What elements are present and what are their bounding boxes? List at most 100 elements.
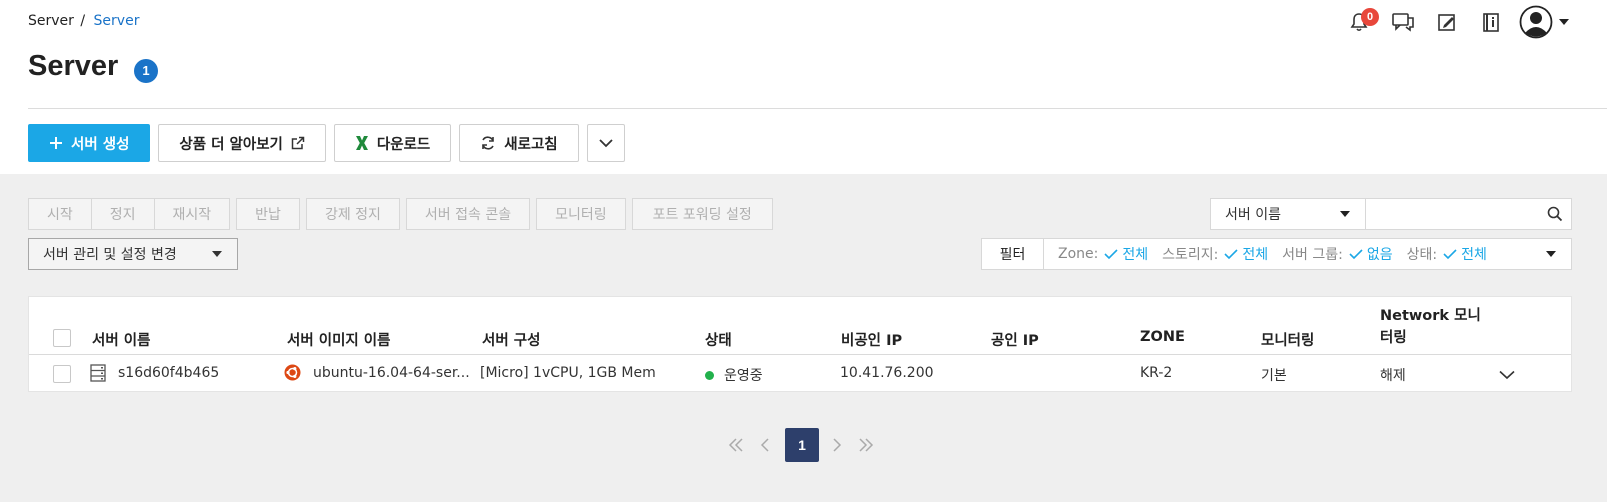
- monitoring-button[interactable]: 모니터링: [536, 198, 626, 230]
- chevron-left-icon: [760, 438, 769, 452]
- column-header-monitoring[interactable]: 모니터링: [1261, 329, 1314, 350]
- server-count-badge: 1: [134, 59, 158, 83]
- refresh-label: 새로고침: [504, 136, 558, 153]
- download-button[interactable]: 다운로드: [333, 124, 452, 162]
- plus-icon: [49, 136, 63, 150]
- breadcrumb-current[interactable]: Server: [94, 13, 140, 29]
- filter-storage-key: 스토리지:: [1162, 247, 1219, 263]
- edit-note-button[interactable]: [1425, 4, 1469, 40]
- refresh-button[interactable]: 새로고침: [459, 124, 579, 162]
- ubuntu-icon: [284, 364, 301, 385]
- row-status: 운영중: [705, 365, 763, 385]
- header-icons: 0: [1337, 4, 1571, 40]
- chat-button[interactable]: [1381, 4, 1425, 40]
- server-control-buttons: 시작 정지 재시작 반납 강제 정지 서버 접속 콘솔 모니터링 포트 포워딩 …: [28, 198, 779, 230]
- expand-row-button[interactable]: [1499, 368, 1515, 384]
- double-chevron-right-icon: [859, 438, 874, 452]
- filter-storage[interactable]: 스토리지: 전체: [1162, 244, 1268, 264]
- chevron-right-icon: [833, 438, 842, 452]
- search-button[interactable]: [1547, 206, 1563, 226]
- notification-badge: 0: [1361, 8, 1379, 26]
- caret-down-icon: [1340, 211, 1350, 217]
- search-field-select[interactable]: 서버 이름: [1210, 198, 1366, 230]
- excel-icon: [355, 135, 369, 151]
- row-zone: KR-2: [1140, 365, 1173, 381]
- filter-server-group-value: 없음: [1366, 247, 1393, 263]
- row-image-name: ubuntu-16.04-64-ser...: [313, 365, 470, 381]
- filter-status-key: 상태:: [1406, 247, 1438, 263]
- last-page-button[interactable]: [849, 428, 883, 462]
- page-header: Server / Server Server 1 0 서버 생성 상품 더 알아…: [0, 0, 1607, 174]
- column-header-network-monitoring[interactable]: Network 모니터링: [1380, 305, 1490, 349]
- filter-zone[interactable]: Zone: 전체: [1058, 244, 1148, 264]
- column-header-public-ip[interactable]: 공인 IP: [991, 329, 1039, 350]
- force-stop-button[interactable]: 강제 정지: [305, 198, 400, 230]
- filter-zone-key: Zone:: [1058, 246, 1099, 262]
- learn-more-label: 상품 더 알아보기: [179, 136, 283, 153]
- column-header-image[interactable]: 서버 이미지 이름: [287, 329, 390, 350]
- row-spec: [Micro] 1vCPU, 1GB Mem: [480, 365, 656, 381]
- notification-button[interactable]: 0: [1337, 4, 1381, 40]
- more-actions-button[interactable]: [586, 124, 625, 162]
- search-icon: [1547, 206, 1563, 222]
- double-chevron-left-icon: [728, 438, 743, 452]
- column-header-spec[interactable]: 서버 구성: [482, 329, 540, 350]
- filter-server-group[interactable]: 서버 그룹: 없음: [1282, 244, 1392, 264]
- edit-note-icon: [1438, 14, 1455, 31]
- info-book-icon: [1483, 13, 1499, 32]
- breadcrumb: Server / Server: [28, 13, 139, 29]
- refresh-icon: [480, 135, 496, 151]
- page-button-current[interactable]: 1: [785, 428, 819, 462]
- create-server-label: 서버 생성: [71, 136, 130, 153]
- select-all-checkbox[interactable]: [53, 329, 71, 347]
- manage-settings-dropdown[interactable]: 서버 관리 및 설정 변경: [28, 238, 238, 270]
- chevron-down-icon: [1499, 370, 1515, 380]
- table-row[interactable]: s16d60f4b465 ubuntu-16.04-64-ser... [Mic…: [29, 355, 1571, 392]
- breadcrumb-root[interactable]: Server: [28, 13, 74, 29]
- download-label: 다운로드: [376, 136, 431, 153]
- column-header-status[interactable]: 상태: [705, 329, 732, 350]
- prev-page-button[interactable]: [748, 428, 782, 462]
- row-private-ip: 10.41.76.200: [840, 365, 934, 381]
- check-icon: [1443, 249, 1457, 260]
- caret-down-icon[interactable]: [1545, 250, 1557, 258]
- status-running-dot: [705, 370, 714, 380]
- row-server-name[interactable]: s16d60f4b465: [118, 365, 219, 381]
- search-input[interactable]: [1366, 199, 1536, 229]
- filter-storage-value: 전체: [1242, 247, 1269, 263]
- table-header: 서버 이름 서버 이미지 이름 서버 구성 상태 비공인 IP 공인 IP ZO…: [29, 297, 1571, 355]
- console-button[interactable]: 서버 접속 콘솔: [405, 198, 531, 230]
- breadcrumb-separator: /: [80, 13, 86, 29]
- row-status-label: 운영중: [724, 368, 763, 384]
- header-divider: [28, 108, 1607, 109]
- info-button[interactable]: [1469, 4, 1513, 40]
- learn-more-button[interactable]: 상품 더 알아보기: [158, 124, 326, 162]
- server-table: 서버 이름 서버 이미지 이름 서버 구성 상태 비공인 IP 공인 IP ZO…: [28, 296, 1572, 392]
- column-header-private-ip[interactable]: 비공인 IP: [841, 329, 902, 350]
- start-button[interactable]: 시작: [28, 198, 91, 230]
- column-header-name[interactable]: 서버 이름: [92, 329, 150, 350]
- caret-down-icon: [1559, 19, 1569, 25]
- check-icon: [1224, 249, 1238, 260]
- row-checkbox[interactable]: [53, 365, 71, 383]
- restart-button[interactable]: 재시작: [153, 198, 231, 230]
- column-header-zone[interactable]: ZONE: [1140, 329, 1185, 345]
- return-button[interactable]: 반납: [236, 198, 300, 230]
- filter-bar[interactable]: 필터 Zone: 전체 스토리지: 전체 서버 그룹: 없음 상태: 전체: [981, 238, 1572, 270]
- page-title: Server: [28, 50, 119, 82]
- check-icon: [1104, 249, 1118, 260]
- filter-status[interactable]: 상태: 전체: [1407, 244, 1487, 264]
- server-icon: [90, 364, 106, 386]
- stop-button[interactable]: 정지: [90, 198, 154, 230]
- search-box: [1366, 198, 1572, 230]
- chevron-down-icon: [599, 139, 613, 148]
- filter-label: 필터: [982, 239, 1044, 269]
- user-menu[interactable]: [1519, 5, 1571, 39]
- manage-settings-label: 서버 관리 및 설정 변경: [43, 247, 177, 263]
- caret-down-icon: [212, 251, 222, 257]
- avatar: [1519, 5, 1553, 39]
- chat-icon: [1392, 13, 1414, 32]
- create-server-button[interactable]: 서버 생성: [28, 124, 151, 162]
- port-forwarding-button[interactable]: 포트 포워딩 설정: [631, 198, 773, 230]
- filter-status-value: 전체: [1461, 247, 1487, 263]
